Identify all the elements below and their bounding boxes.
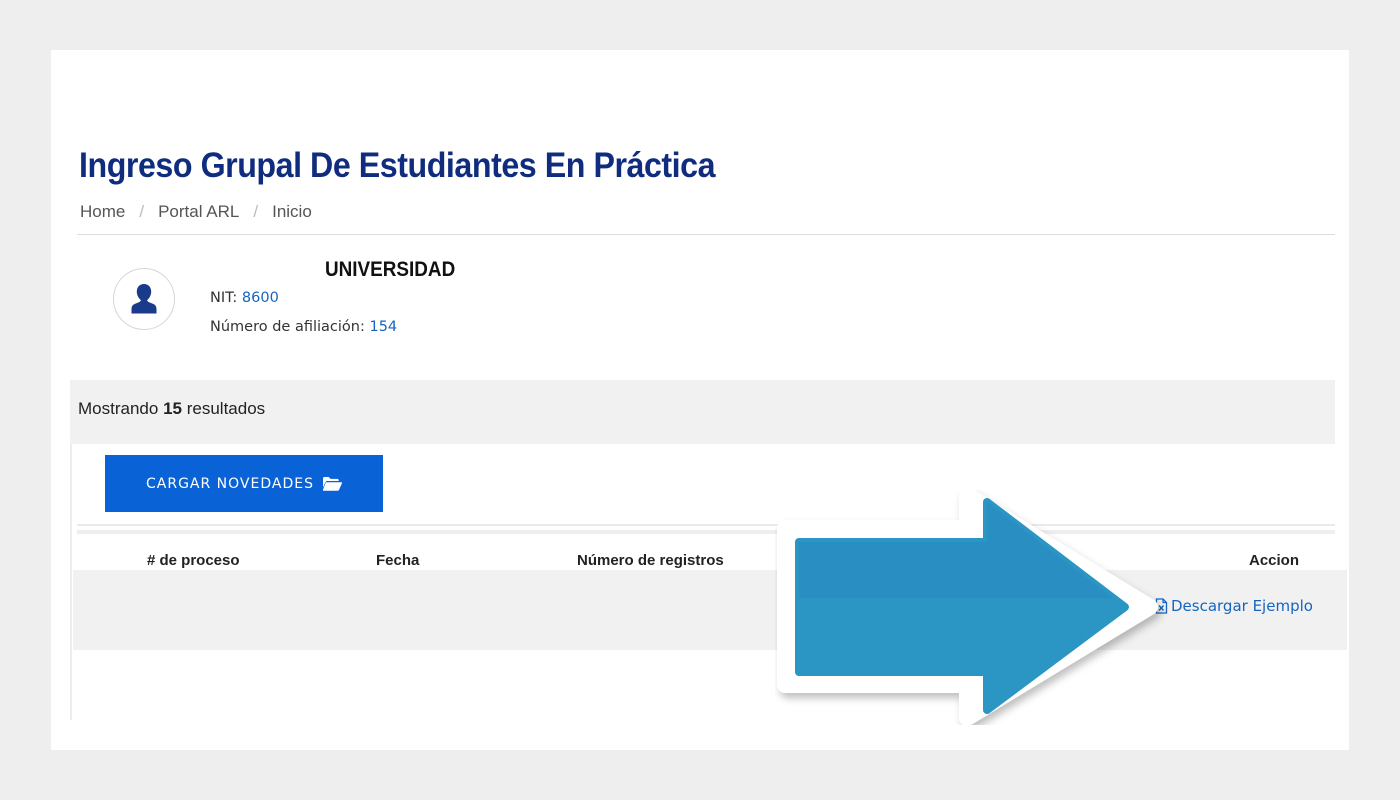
- breadcrumb: Home / Portal ARL / Inicio: [80, 202, 312, 222]
- breadcrumb-portal-arl[interactable]: Portal ARL: [158, 202, 239, 222]
- entity-name: UNIVERSIDAD: [325, 258, 456, 281]
- upload-area: CARGAR NOVEDADES: [77, 444, 1335, 526]
- nit-line: NIT: 8600: [210, 290, 279, 306]
- results-suffix: resultados: [186, 399, 266, 418]
- results-summary: Mostrando 15 resultados: [78, 399, 265, 419]
- descargar-ejemplo-link[interactable]: Descargar Ejemplo: [1155, 597, 1313, 615]
- folder-open-icon: [322, 477, 342, 491]
- column-header-fecha: Fecha: [376, 552, 420, 569]
- table-header: # de proceso Fecha Número de registros A…: [77, 530, 1335, 574]
- cargar-novedades-label: CARGAR NOVEDADES: [146, 475, 314, 492]
- affiliation-line: Número de afiliación: 154: [210, 319, 397, 335]
- page-frame: Ingreso Grupal De Estudiantes En Práctic…: [51, 50, 1349, 750]
- panel-left-border: [70, 444, 72, 720]
- column-header-registros: Número de registros: [577, 552, 724, 569]
- results-bar: Mostrando 15 resultados: [70, 380, 1335, 444]
- avatar: [113, 268, 175, 330]
- results-prefix: Mostrando: [78, 399, 159, 418]
- cargar-novedades-button[interactable]: CARGAR NOVEDADES: [105, 455, 383, 512]
- breadcrumb-home[interactable]: Home: [80, 202, 125, 222]
- descargar-ejemplo-label: Descargar Ejemplo: [1171, 597, 1313, 615]
- results-count: 15: [163, 399, 182, 418]
- affiliation-value: 154: [369, 319, 398, 335]
- table-row: Descargar Ejemplo: [73, 570, 1347, 650]
- user-icon: [131, 284, 157, 314]
- page-title: Ingreso Grupal De Estudiantes En Práctic…: [79, 146, 716, 185]
- header-divider: [77, 234, 1335, 235]
- breadcrumb-separator: /: [139, 202, 145, 221]
- nit-value: 8600: [241, 290, 279, 306]
- excel-file-icon: [1155, 598, 1168, 614]
- breadcrumb-inicio: Inicio: [272, 202, 312, 221]
- affiliation-label: Número de afiliación:: [210, 319, 365, 335]
- column-header-proceso: # de proceso: [147, 552, 240, 569]
- breadcrumb-separator: /: [253, 202, 259, 221]
- nit-label: NIT:: [210, 290, 238, 306]
- column-header-accion: Accion: [1249, 552, 1300, 569]
